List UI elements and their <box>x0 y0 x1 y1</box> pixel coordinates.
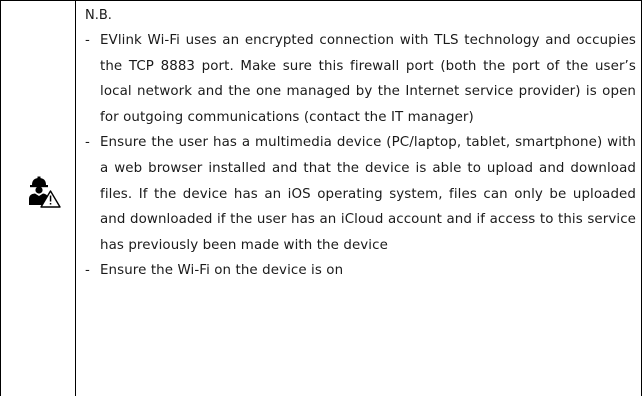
technician-warning-icon <box>27 175 61 209</box>
list-item: - EVlink Wi-Fi uses an encrypted connect… <box>85 28 636 130</box>
bullet-dash: - <box>85 33 90 48</box>
note-list: - EVlink Wi-Fi uses an encrypted connect… <box>85 28 636 284</box>
note-text: N.B. - EVlink Wi-Fi uses an encrypted co… <box>85 7 636 284</box>
bullet-dash: - <box>85 263 90 279</box>
note-heading: N.B. <box>85 8 112 23</box>
list-item-text: Ensure the Wi-Fi on the device is on <box>100 263 344 279</box>
list-item-text: EVlink Wi-Fi uses an encrypted connectio… <box>100 33 636 125</box>
note-box: N.B. - EVlink Wi-Fi uses an encrypted co… <box>0 0 642 396</box>
icon-cell <box>1 1 76 396</box>
list-item: - Ensure the user has a multimedia devic… <box>85 130 636 258</box>
list-item: - Ensure the Wi-Fi on the device is on <box>85 258 636 284</box>
bullet-dash: - <box>85 135 90 151</box>
list-item-text: Ensure the user has a multimedia device … <box>100 135 636 253</box>
